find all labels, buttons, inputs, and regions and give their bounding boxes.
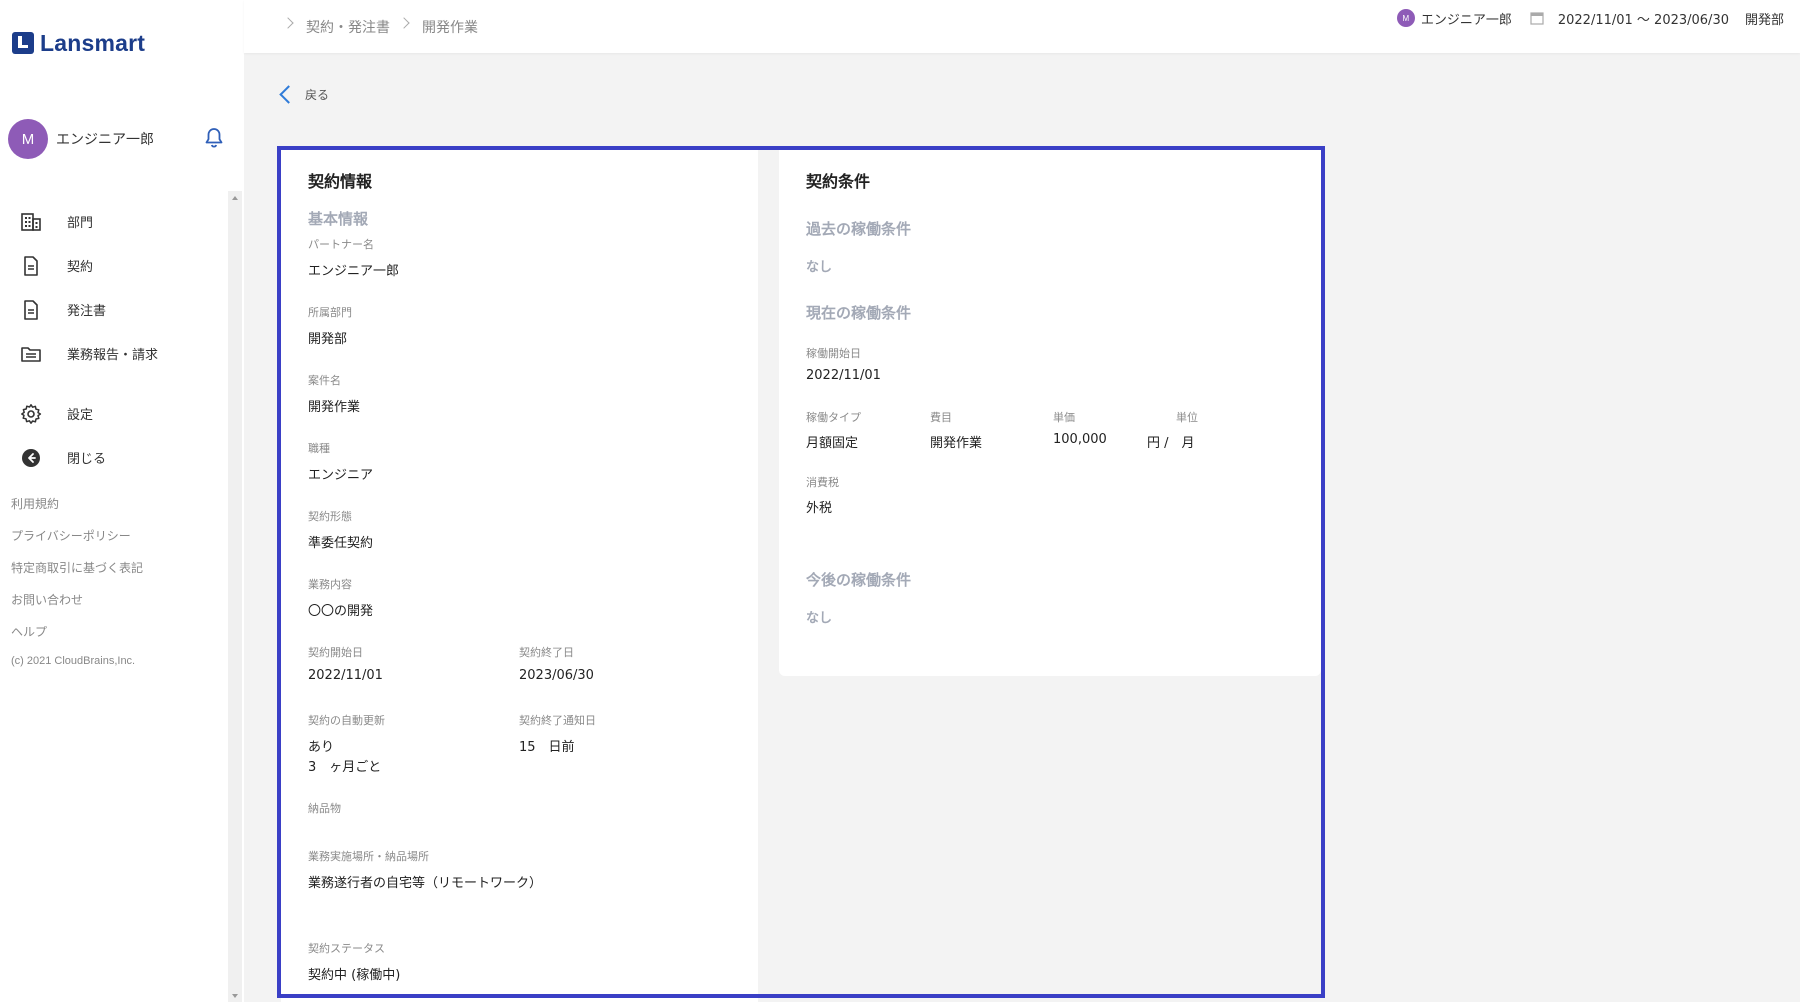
logo-text: Lansmart — [40, 29, 146, 56]
sidebar-scrollbar[interactable] — [228, 191, 242, 1002]
sidebar-item-departments[interactable]: 部門 — [0, 203, 228, 239]
sidebar-item-label: 契約 — [67, 259, 94, 275]
app-logo[interactable]: Lansmart — [12, 30, 145, 56]
arrow-left-circle-icon — [22, 449, 40, 467]
sidebar-item-label: 設定 — [67, 407, 94, 423]
terms-link[interactable]: 利用規約 — [11, 495, 59, 512]
header-context: M エンジニア一郎 2022/11/01 〜 2023/06/30 開発部 — [1396, 8, 1784, 28]
document-icon — [24, 300, 38, 320]
avatar: M — [8, 119, 48, 159]
scroll-up-icon[interactable] — [232, 196, 238, 200]
help-link[interactable]: ヘルプ — [11, 623, 47, 640]
back-label: 戻る — [305, 88, 330, 102]
scroll-down-icon[interactable] — [232, 994, 238, 998]
breadcrumb-current: 開発作業 — [422, 20, 478, 36]
top-header: 契約・発注書 開発作業 M エンジニア一郎 2022/11/01 〜 2023/… — [244, 0, 1800, 53]
logo-mark-icon — [12, 32, 34, 54]
breadcrumb-contracts[interactable]: 契約・発注書 — [306, 17, 390, 37]
chevron-left-icon — [279, 85, 298, 104]
sidebar: Lansmart M エンジニア一郎 部門 契約 発注書 業務報告・請求 設定 … — [0, 0, 244, 1002]
copyright: (c) 2021 CloudBrains,Inc. — [11, 655, 136, 667]
header-user-name[interactable]: エンジニア一郎 — [1421, 9, 1512, 28]
building-icon — [21, 213, 41, 231]
calendar-icon — [1530, 12, 1544, 25]
sidebar-item-close[interactable]: 閉じる — [0, 439, 228, 475]
commerce-law-link[interactable]: 特定商取引に基づく表記 — [11, 559, 143, 576]
sidebar-item-purchase-orders[interactable]: 発注書 — [0, 291, 228, 327]
header-department[interactable]: 開発部 — [1745, 9, 1784, 28]
sidebar-item-label: 業務報告・請求 — [67, 347, 159, 363]
sidebar-item-label: 発注書 — [67, 303, 107, 319]
sidebar-item-reports-billing[interactable]: 業務報告・請求 — [0, 335, 228, 371]
contact-link[interactable]: お問い合わせ — [11, 591, 83, 608]
highlight-frame — [277, 146, 1325, 998]
user-profile[interactable]: M エンジニア一郎 — [8, 119, 228, 159]
avatar: M — [1396, 9, 1415, 27]
privacy-policy-link[interactable]: プライバシーポリシー — [11, 527, 131, 544]
header-period[interactable]: 2022/11/01 〜 2023/06/30 — [1558, 9, 1729, 28]
gear-icon — [21, 404, 42, 424]
folder-icon — [21, 347, 41, 362]
chevron-right-icon — [398, 17, 410, 29]
document-icon — [24, 256, 38, 276]
sidebar-item-label: 閉じる — [67, 451, 107, 467]
back-button[interactable]: 戻る — [278, 85, 330, 104]
chevron-right-icon — [282, 17, 294, 29]
bell-icon[interactable] — [202, 126, 226, 150]
sidebar-item-contracts[interactable]: 契約 — [0, 247, 228, 283]
sidebar-item-settings[interactable]: 設定 — [0, 395, 228, 431]
user-name: エンジニア一郎 — [56, 132, 154, 148]
sidebar-item-label: 部門 — [67, 215, 94, 231]
